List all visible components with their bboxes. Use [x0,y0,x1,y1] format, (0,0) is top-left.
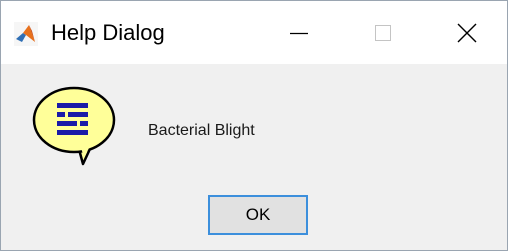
help-speech-bubble-icon [32,86,116,166]
close-button[interactable] [431,1,503,64]
minimize-icon [290,32,308,34]
maximize-icon [375,24,391,41]
help-dialog-window: Help Dialog Bacterial Blight OK [0,0,508,251]
ok-button[interactable]: OK [208,195,308,235]
dialog-message: Bacterial Blight [148,122,255,139]
minimize-button[interactable] [263,1,335,64]
dialog-content: Bacterial Blight OK [1,64,507,250]
window-title: Help Dialog [51,20,165,45]
matlab-icon [14,22,38,46]
maximize-button[interactable] [347,1,419,64]
close-icon [457,23,477,42]
title-bar[interactable]: Help Dialog [1,1,507,64]
